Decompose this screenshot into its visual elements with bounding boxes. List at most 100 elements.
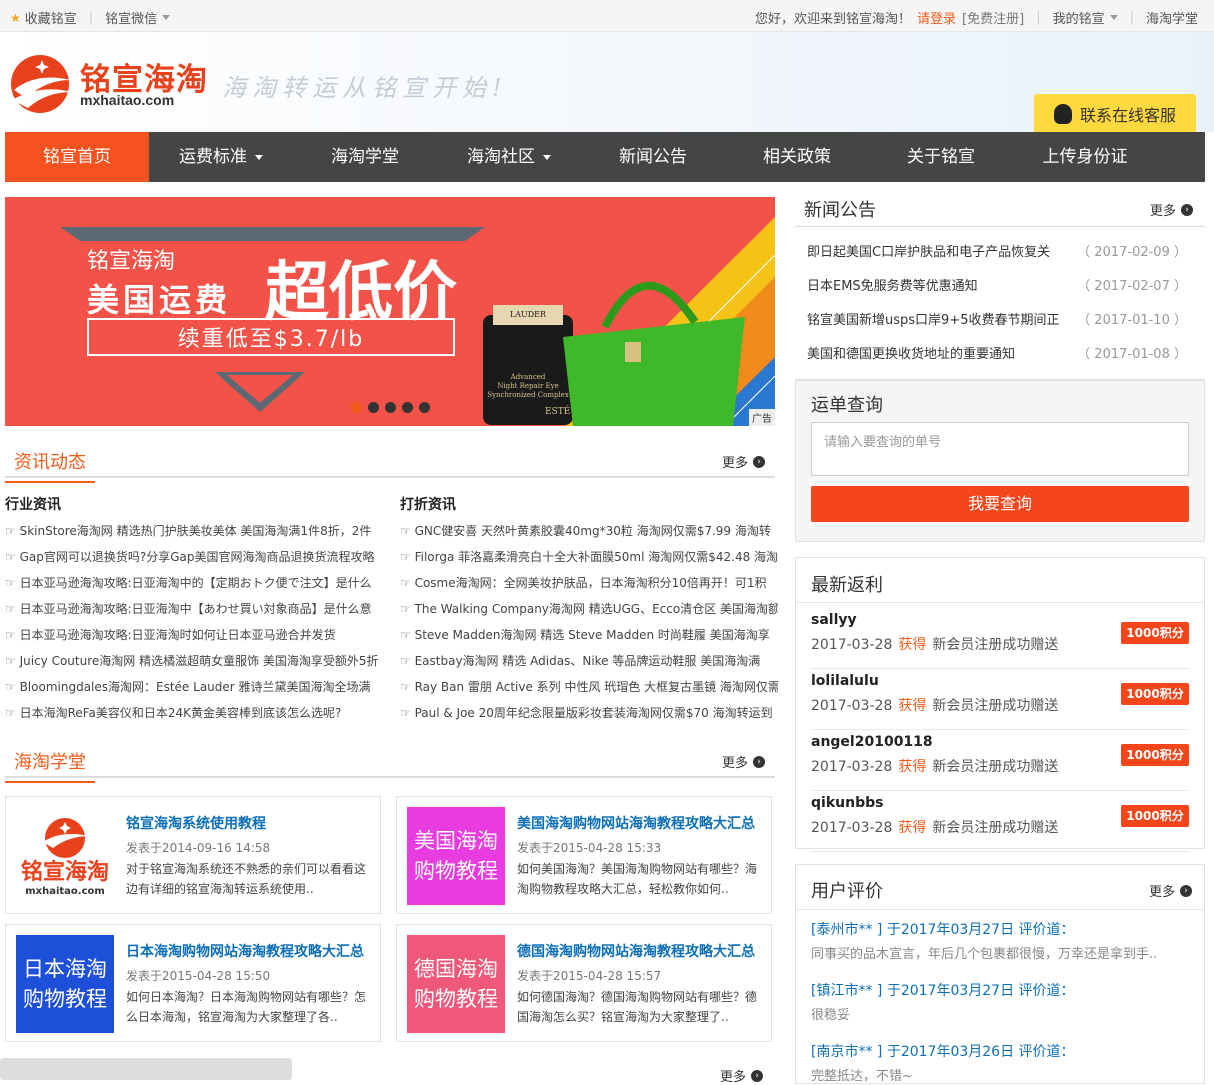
announcement-title[interactable]: 新闻公告 — [804, 196, 876, 222]
news-link[interactable]: Eastbay海淘网 精选 Adidas、Nike 等品牌运动鞋服 美国海淘满 — [400, 648, 778, 674]
nav-item[interactable]: 海淘学堂 — [293, 132, 437, 182]
carousel-dot[interactable] — [351, 402, 362, 413]
announcement-text[interactable]: 日本EMS免服务费等优惠通知 — [807, 270, 978, 304]
news-link[interactable]: Filorga 菲洛嘉柔滑亮白十全大补面膜50ml 海淘网仅需$42.48 海淘 — [400, 544, 778, 570]
article-thumbnail[interactable]: 美国海淘购物教程 — [407, 807, 505, 905]
article-thumbnail[interactable]: 德国海淘购物教程 — [407, 935, 505, 1033]
rebate-row: lolilalulu 2017-03-28 获得 新会员注册成功赠送 1000积分 — [811, 669, 1189, 730]
nav-item-label: 新闻公告 — [619, 147, 687, 167]
review-panel: 用户评价 更多 › [泰州市** ] 于2017年03月27日 评价道： 同事买的品… — [795, 864, 1205, 1084]
review-body: 完整抵达，不错~ — [811, 1069, 913, 1084]
caret-down-icon[interactable] — [1109, 15, 1118, 20]
wechat-menu[interactable]: 铭宣微信 — [105, 8, 157, 27]
nav-item[interactable]: 上传身份证 — [1013, 132, 1157, 182]
news-link[interactable]: Juicy Couture海淘网 精选橘滋超萌女童服饰 美国海淘享受额外5折 — [5, 648, 383, 674]
rebate-reason: 新会员注册成功赠送 — [932, 637, 1059, 653]
news-link[interactable]: 日本亚马逊海淘攻略:日亚海淘时如何让日本亚马逊合并发货 — [5, 622, 383, 648]
announcement-item[interactable]: 美国和德国更换收货地址的重要通知 （ 2017-01-08 ） — [807, 338, 1187, 372]
track-button[interactable]: 我要查询 — [811, 486, 1189, 522]
logo-swirl-icon[interactable] — [6, 50, 76, 114]
caret-down-icon[interactable] — [162, 15, 171, 20]
announcement-more-link[interactable]: 更多 › — [1150, 200, 1193, 219]
article-card[interactable]: 德国海淘购物教程 德国海淘购物网站海淘教程攻略大汇总发表于2015-04-28 1… — [396, 924, 772, 1042]
school-section-title[interactable]: 海淘学堂 — [5, 748, 95, 783]
announcement-item[interactable]: 即日起美国C口岸护肤品和电子产品恢复关 （ 2017-02-09 ） — [807, 236, 1187, 270]
carousel-dot[interactable] — [368, 402, 379, 413]
customer-service-button[interactable]: 联系在线客服 — [1034, 94, 1196, 134]
divider — [795, 226, 1205, 227]
announcement-item[interactable]: 日本EMS免服务费等优惠通知 （ 2017-02-07 ） — [807, 270, 1187, 304]
nav-item[interactable]: 铭宣首页 — [5, 132, 149, 182]
qq-icon — [1053, 104, 1072, 124]
carousel-dot[interactable] — [419, 402, 430, 413]
rebate-user: lolilalulu — [811, 673, 879, 689]
register-link[interactable]: [免费注册] — [962, 8, 1024, 27]
ad-tag: 广告 — [749, 409, 775, 426]
review-item[interactable]: [泰州市** ] 于2017年03月27日 评价道： 同事买的品木宣言，年后几个包… — [811, 919, 1191, 962]
news-link[interactable]: SkinStore海淘网 精选热门护肤美妆美体 美国海淘满1件8折，2件 — [5, 518, 383, 544]
nav-item-label: 相关政策 — [763, 147, 831, 167]
news-link[interactable]: Steve Madden海淘网 精选 Steve Madden 时尚鞋履 美国海… — [400, 622, 778, 648]
rebate-date: 2017-03-28 — [811, 637, 893, 653]
news-link[interactable]: The Walking Company海淘网 精选UGG、Ecco清仓区 美国海… — [400, 596, 778, 622]
more-label: 更多 — [721, 456, 748, 471]
review-item[interactable]: [南京市** ] 于2017年03月26日 评价道： 完整抵达，不错~ — [811, 1041, 1191, 1084]
article-card[interactable]: 日本海淘购物教程 日本海淘购物网站海淘教程攻略大汇总 发表于2015-04-28 1… — [5, 924, 381, 1042]
review-header[interactable]: [镇江市** ] 于2017年03月27日 评价道： — [811, 980, 1191, 1000]
banner-brand: 铭宣海淘 — [87, 249, 176, 274]
horizontal-scrollbar[interactable] — [0, 1058, 292, 1080]
news-link[interactable]: Paul & Joe 20周年纪念限量版彩妆套装海淘网仅需$70 海淘转运到 — [400, 700, 778, 726]
news-link[interactable]: Ray Ban 雷朋 Active 系列 中性风 玳瑁色 大框复古墨镜 海淘网仅… — [400, 674, 778, 700]
bottom-more-link[interactable]: 更多 › — [720, 1066, 764, 1085]
news-link[interactable]: 日本亚马逊海淘攻略:日亚海淘中的【定期おトク便で注文】是什么 — [5, 570, 383, 596]
announcement-panel: 新闻公告 更多 › 即日起美国C口岸护肤品和电子产品恢复关 （ 2017-02-09… — [795, 190, 1205, 380]
news-link[interactable]: GNC健安喜 天然叶黄素胶囊40mg*30粒 海淘网仅需$7.99 海淘转 — [400, 518, 778, 544]
my-account-menu[interactable]: 我的铭宣 — [1053, 8, 1105, 27]
nav-item-label: 上传身份证 — [1042, 147, 1128, 167]
news-more-link[interactable]: 更多 › — [722, 452, 765, 471]
school-link[interactable]: 海淘学堂 — [1146, 8, 1198, 27]
announcement-date: （ 2017-01-10 ） — [1077, 313, 1187, 328]
article-thumbnail[interactable]: 日本海淘购物教程 — [16, 935, 114, 1033]
bookmark-link[interactable]: 收藏铭宣 — [25, 8, 77, 27]
rebate-detail: 2017-03-28 获得 新会员注册成功赠送 — [811, 817, 1058, 837]
article-title[interactable]: 德国海淘购物网站海淘教程攻略大汇总 — [517, 941, 755, 961]
news-link[interactable]: 日本海淘ReFa美容仪和日本24K黄金美容棒到底该怎么选呢? — [5, 700, 383, 726]
announcement-text[interactable]: 铭宣美国新增usps口岸9+5收费春节期间正 — [807, 304, 1059, 338]
school-more-link[interactable]: 更多 › — [722, 752, 765, 771]
nav-item[interactable]: 海淘社区 — [437, 132, 581, 182]
announcement-text[interactable]: 即日起美国C口岸护肤品和电子产品恢复关 — [807, 236, 1050, 270]
nav-item[interactable]: 关于铭宣 — [869, 132, 1013, 182]
news-link[interactable]: Gap官网可以退换货吗?分享Gap美国官网海淘商品退换货流程攻略 — [5, 544, 383, 570]
carousel-dot[interactable] — [385, 402, 396, 413]
site-header: 铭宣海淘 mxhaitao.com 海淘转运从铭宣开始! 联系在线客服 — [0, 32, 1214, 134]
news-link[interactable]: Bloomingdales海淘网：Estée Lauder 雅诗兰黛美国海淘全场… — [5, 674, 383, 700]
announcement-text[interactable]: 美国和德国更换收货地址的重要通知 — [807, 338, 1015, 372]
article-date: 发表于2014-09-16 14:58 — [126, 841, 271, 855]
banner-price: 续重低至$3.7/lb — [177, 327, 365, 352]
jar-text-line: Advanced — [510, 373, 546, 381]
nav-item[interactable]: 相关政策 — [725, 132, 869, 182]
review-more-link[interactable]: 更多 › — [1149, 881, 1192, 900]
article-card[interactable]: 铭宣海淘 mxhaitao.com 铭宣海淘系统使用教程发表于2014-09-16 … — [5, 796, 381, 914]
news-link[interactable]: 日本亚马逊海淘攻略:日亚海淘中【あわせ買い対象商品】是什么意 — [5, 596, 383, 622]
carousel-dot[interactable] — [402, 402, 413, 413]
promo-banner[interactable]: 铭宣海淘 美国运费 超低价 续重低至$3.7/lb LAUDER Advance… — [5, 197, 775, 426]
nav-item[interactable]: 运费标准 — [149, 132, 293, 182]
news-link[interactable]: Cosme海淘网：全网美妆护肤品，日本海淘积分10倍再开！可1积 — [400, 570, 778, 596]
article-title[interactable]: 美国海淘购物网站海淘教程攻略大汇总 — [517, 813, 755, 833]
article-title[interactable]: 铭宣海淘系统使用教程 — [126, 813, 266, 833]
review-item[interactable]: [镇江市** ] 于2017年03月27日 评价道： 很稳妥 — [811, 980, 1191, 1023]
news-section-title[interactable]: 资讯动态 — [5, 448, 95, 483]
announcement-item[interactable]: 铭宣美国新增usps口岸9+5收费春节期间正 （ 2017-01-10 ） — [807, 304, 1187, 338]
article-card[interactable]: 美国海淘购物教程 美国海淘购物网站海淘教程攻略大汇总 发表于2015-04-28 1… — [396, 796, 772, 914]
nav-item[interactable]: 新闻公告 — [581, 132, 725, 182]
welcome-text: 您好，欢迎来到铭宣海淘！ — [755, 12, 912, 27]
tracking-number-input[interactable]: 请输入要查询的单号 — [811, 422, 1189, 476]
article-title[interactable]: 日本海淘购物网站海淘教程攻略大汇总 — [126, 941, 364, 961]
review-header[interactable]: [南京市** ] 于2017年03月26日 评价道： — [811, 1041, 1191, 1061]
article-thumbnail[interactable]: 铭宣海淘 mxhaitao.com — [16, 807, 114, 905]
login-link[interactable]: 请登录 — [917, 8, 956, 27]
review-header[interactable]: [泰州市** ] 于2017年03月27日 评价道： — [811, 919, 1191, 939]
article-date: 发表于2015-04-28 15:57 — [517, 969, 662, 983]
